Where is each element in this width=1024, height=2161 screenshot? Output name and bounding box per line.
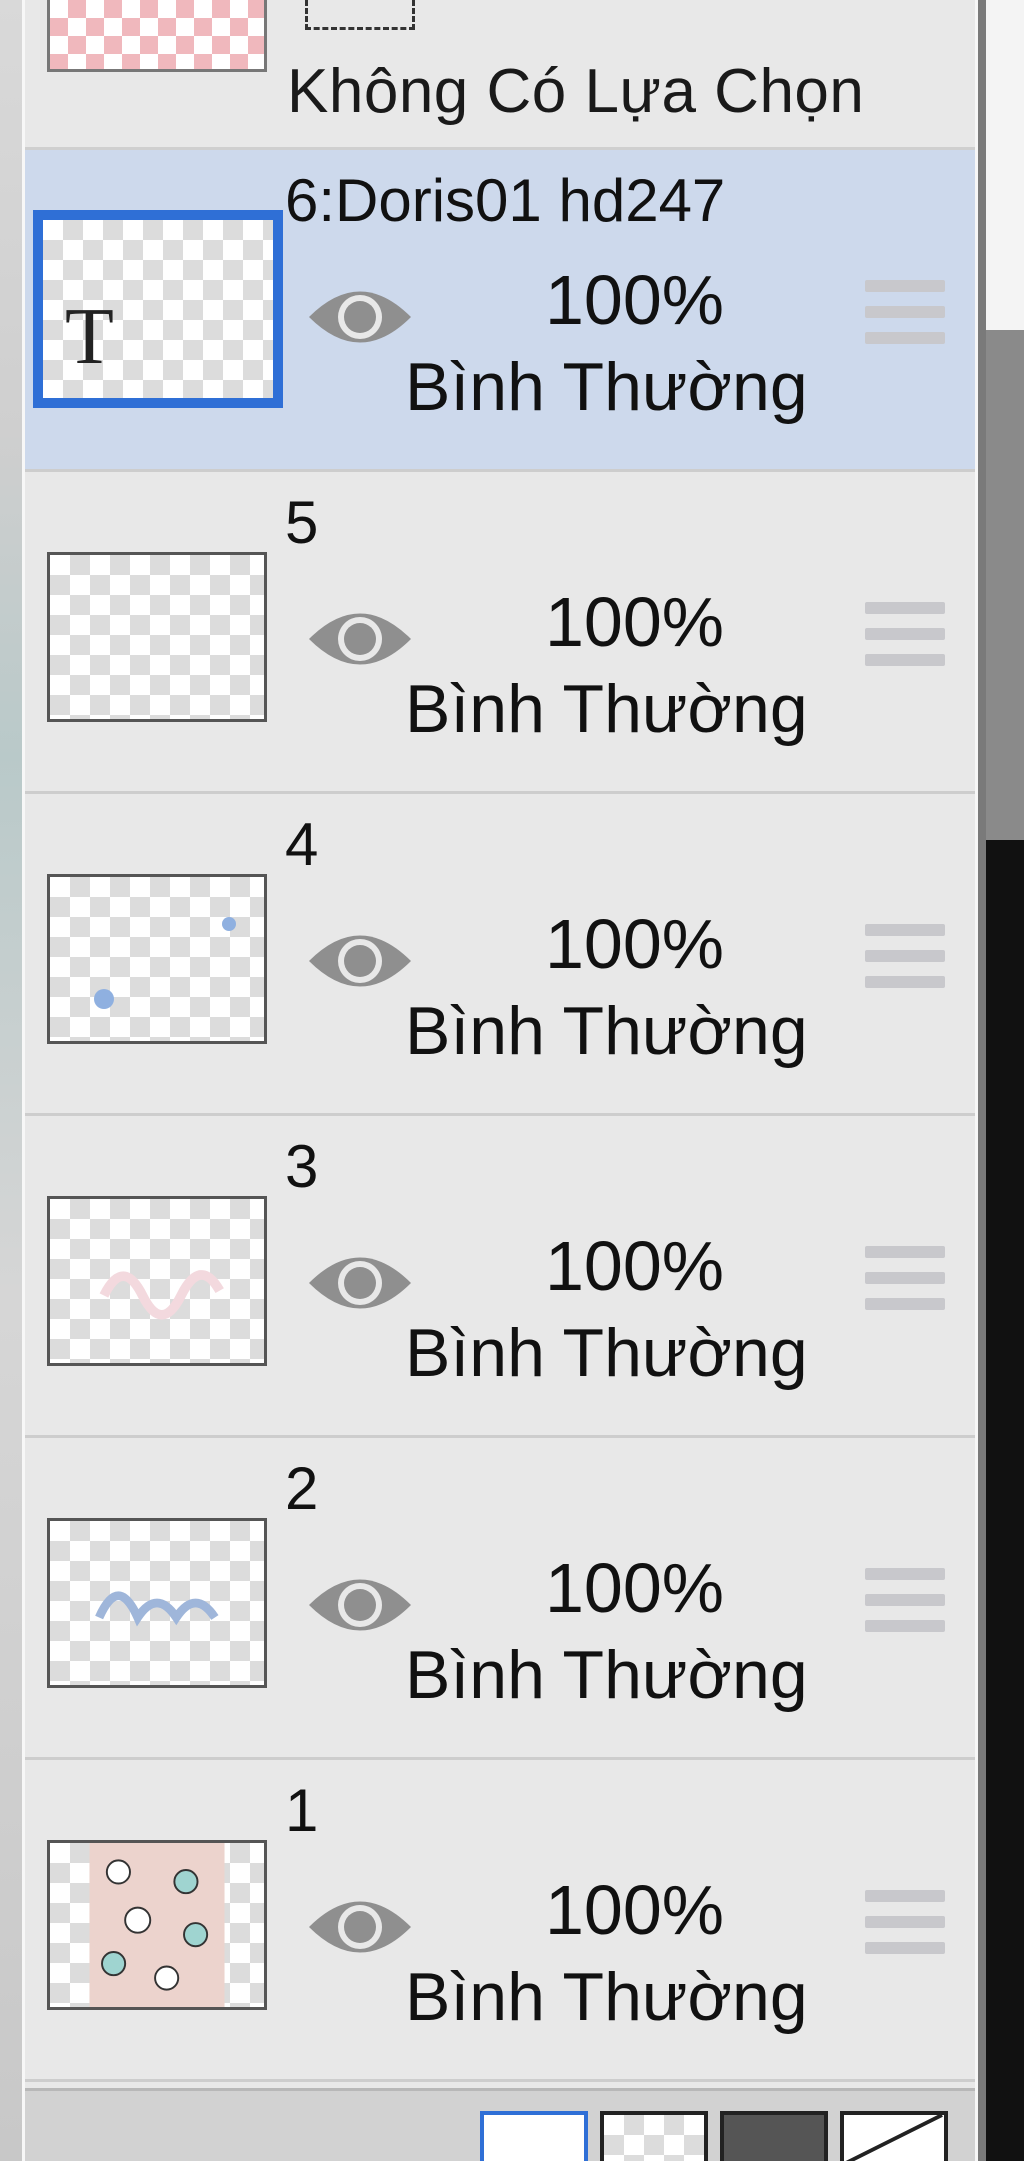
thumb-sticker-art xyxy=(89,1843,225,2007)
eye-icon[interactable] xyxy=(305,1890,415,1964)
layer-thumbnail[interactable]: T xyxy=(33,210,283,408)
selection-thumbnail xyxy=(47,0,267,72)
drag-handle-icon[interactable] xyxy=(865,280,945,344)
layer-blend-mode[interactable]: Bình Thường xyxy=(405,1636,808,1714)
canvas-background-left xyxy=(0,0,22,2161)
layer-row-5[interactable]: 5 100% Bình Thường xyxy=(25,472,975,794)
eye-icon[interactable] xyxy=(305,602,415,676)
layer-opacity[interactable]: 100% xyxy=(545,904,724,984)
layer-name: 2 xyxy=(285,1455,319,1522)
thumb-script-art xyxy=(99,1270,224,1320)
layer-toolbar xyxy=(25,2088,975,2161)
layer-blend-mode[interactable]: Bình Thường xyxy=(405,1958,808,2036)
drag-handle-icon[interactable] xyxy=(865,602,945,666)
layer-row-4[interactable]: 4 100% Bình Thường xyxy=(25,794,975,1116)
layer-name: 1 xyxy=(285,1777,319,1844)
layer-name: 3 xyxy=(285,1133,319,1200)
layers-panel: Không Có Lựa Chọn 6:Doris01 hd247 T 100%… xyxy=(22,0,978,2161)
canvas-background-right-low xyxy=(986,840,1024,2161)
slash-icon xyxy=(845,2113,943,2161)
background-dark-button[interactable] xyxy=(720,2111,828,2161)
eye-icon[interactable] xyxy=(305,1568,415,1642)
canvas-background-right-mid xyxy=(986,330,1024,840)
layer-name: 5 xyxy=(285,489,319,556)
layer-thumbnail[interactable] xyxy=(47,1518,267,1688)
background-none-button[interactable] xyxy=(840,2111,948,2161)
selection-layer-row[interactable]: Không Có Lựa Chọn xyxy=(25,0,975,150)
layer-name: 4 xyxy=(285,811,319,878)
thumb-dot xyxy=(222,917,236,931)
drag-handle-icon[interactable] xyxy=(865,1246,945,1310)
canvas-background-right xyxy=(986,0,1024,330)
drag-handle-icon[interactable] xyxy=(865,1890,945,1954)
text-layer-icon: T xyxy=(65,293,114,381)
layer-blend-mode[interactable]: Bình Thường xyxy=(405,348,808,426)
layer-opacity[interactable]: 100% xyxy=(545,1226,724,1306)
layer-opacity[interactable]: 100% xyxy=(545,260,724,340)
layer-blend-mode[interactable]: Bình Thường xyxy=(405,670,808,748)
thumb-script-art xyxy=(95,1591,219,1627)
layer-blend-mode[interactable]: Bình Thường xyxy=(405,1314,808,1392)
eye-icon[interactable] xyxy=(305,924,415,998)
drag-handle-icon[interactable] xyxy=(865,1568,945,1632)
selection-marquee-icon xyxy=(305,0,415,30)
layer-blend-mode[interactable]: Bình Thường xyxy=(405,992,808,1070)
selection-label: Không Có Lựa Chọn xyxy=(287,57,865,126)
layer-row-2[interactable]: 2 100% Bình Thường xyxy=(25,1438,975,1760)
layer-opacity[interactable]: 100% xyxy=(545,1870,724,1950)
eye-icon[interactable] xyxy=(305,1246,415,1320)
drag-handle-icon[interactable] xyxy=(865,924,945,988)
thumb-dot xyxy=(94,989,114,1009)
layer-opacity[interactable]: 100% xyxy=(545,1548,724,1628)
layer-opacity[interactable]: 100% xyxy=(545,582,724,662)
layer-thumbnail[interactable] xyxy=(47,1196,267,1366)
layer-row-3[interactable]: 3 100% Bình Thường xyxy=(25,1116,975,1438)
layer-name: 6:Doris01 hd247 xyxy=(285,167,726,234)
eye-icon[interactable] xyxy=(305,280,415,354)
layer-row-1[interactable]: 1 100% Bình Thường xyxy=(25,1760,975,2082)
layer-thumbnail[interactable] xyxy=(47,552,267,722)
layer-row-6[interactable]: 6:Doris01 hd247 T 100% Bình Thường xyxy=(25,150,975,472)
background-transparent-button[interactable] xyxy=(600,2111,708,2161)
background-white-button[interactable] xyxy=(480,2111,588,2161)
layer-thumbnail[interactable] xyxy=(47,1840,267,2010)
layer-thumbnail[interactable] xyxy=(47,874,267,1044)
